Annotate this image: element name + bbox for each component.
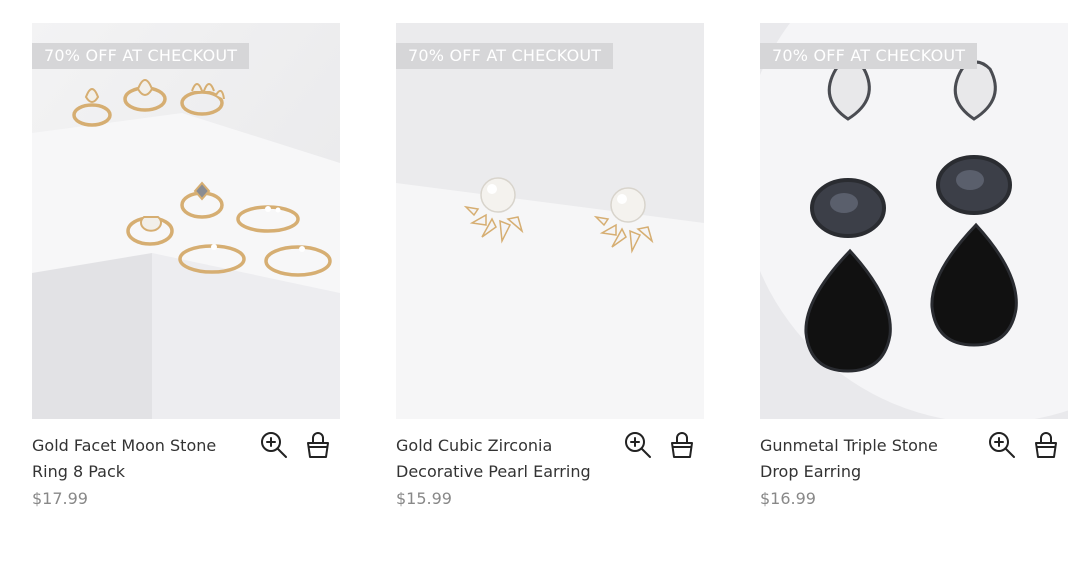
product-grid: 70% OFF AT CHECKOUT Gold Facet Moon Ston… — [0, 0, 1080, 563]
product-name[interactable]: Gold Facet Moon Stone Ring 8 Pack — [32, 433, 247, 485]
shopping-bag-icon[interactable] — [1030, 429, 1062, 461]
discount-badge: 70% OFF AT CHECKOUT — [396, 43, 614, 69]
discount-badge: 70% OFF AT CHECKOUT — [32, 43, 250, 69]
shopping-bag-icon[interactable] — [302, 429, 334, 461]
product-card[interactable]: 70% OFF AT CHECKOUT Gold Facet Moon Ston… — [32, 23, 340, 529]
product-image[interactable]: 70% OFF AT CHECKOUT — [32, 23, 340, 419]
product-price: $16.99 — [760, 489, 816, 508]
zoom-in-icon[interactable] — [258, 429, 290, 461]
discount-badge: 70% OFF AT CHECKOUT — [760, 43, 978, 69]
black-drop-earrings-image — [760, 23, 1068, 419]
pearl-earrings-image — [396, 23, 704, 419]
product-price: $15.99 — [396, 489, 452, 508]
product-price: $17.99 — [32, 489, 88, 508]
product-image[interactable]: 70% OFF AT CHECKOUT — [396, 23, 704, 419]
product-card[interactable]: 70% OFF AT CHECKOUT Gunmetal Triple Ston… — [760, 23, 1068, 529]
product-card[interactable]: 70% OFF AT CHECKOUT Gold Cubic Zirconia … — [396, 23, 704, 529]
product-name[interactable]: Gold Cubic Zirconia Decorative Pearl Ear… — [396, 433, 611, 485]
zoom-in-icon[interactable] — [986, 429, 1018, 461]
zoom-in-icon[interactable] — [622, 429, 654, 461]
product-image[interactable]: 70% OFF AT CHECKOUT — [760, 23, 1068, 419]
product-info: Gold Facet Moon Stone Ring 8 Pack $17.99 — [32, 419, 340, 529]
product-info: Gold Cubic Zirconia Decorative Pearl Ear… — [396, 419, 704, 529]
product-info: Gunmetal Triple Stone Drop Earring $16.9… — [760, 419, 1068, 529]
gold-rings-image — [32, 23, 340, 419]
product-name[interactable]: Gunmetal Triple Stone Drop Earring — [760, 433, 975, 485]
shopping-bag-icon[interactable] — [666, 429, 698, 461]
